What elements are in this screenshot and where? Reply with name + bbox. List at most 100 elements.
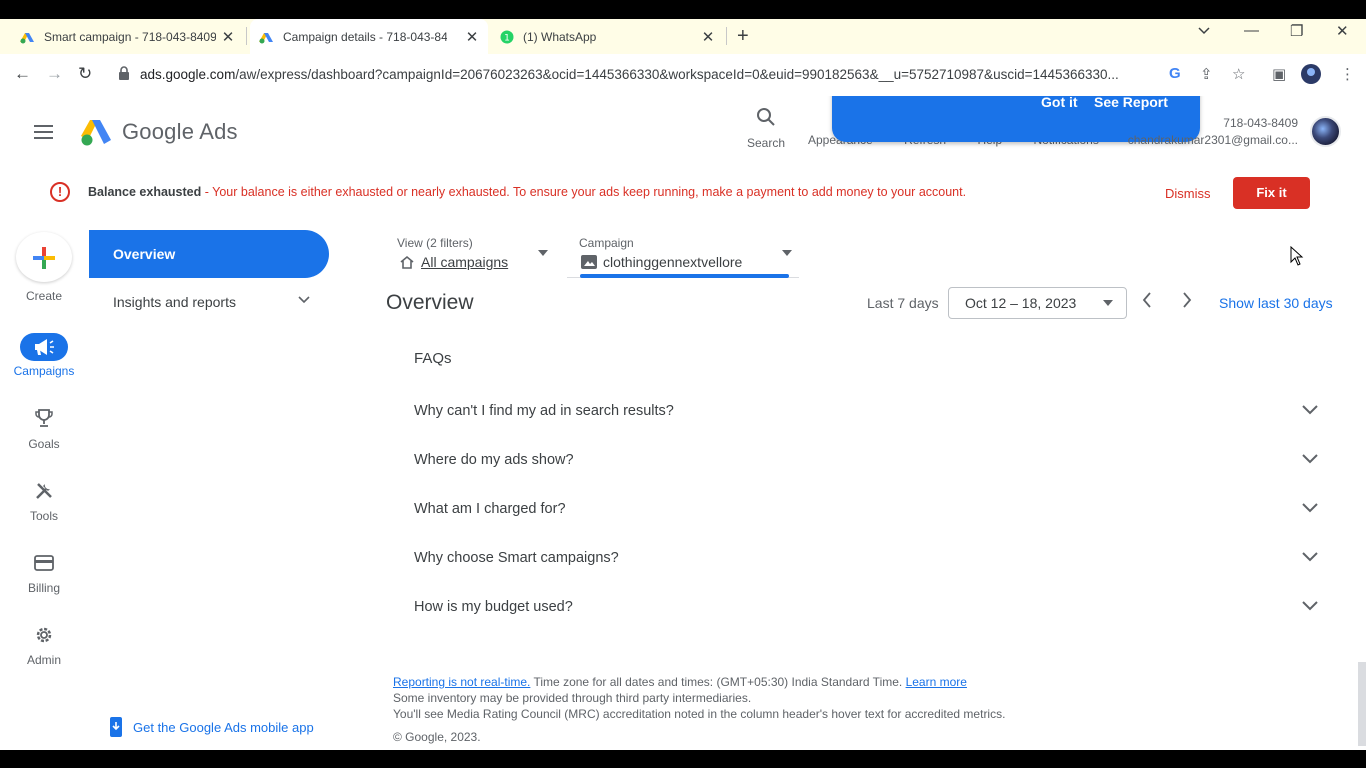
back-arrow-icon[interactable]: ← bbox=[14, 64, 31, 84]
nav-overview[interactable]: Overview bbox=[89, 230, 329, 278]
google-ads-page: Google Ads Search Appearance Refresh Hel… bbox=[0, 96, 1366, 750]
tools-icon[interactable] bbox=[34, 481, 54, 506]
share-icon[interactable]: ⇪ bbox=[1200, 65, 1213, 83]
next-period-icon[interactable] bbox=[1182, 292, 1192, 313]
tools-label[interactable]: Tools bbox=[0, 509, 88, 523]
chevron-down-icon[interactable] bbox=[1302, 598, 1318, 616]
side-panel-icon[interactable]: ▣ bbox=[1272, 65, 1286, 83]
search-label: Search bbox=[746, 136, 786, 150]
header-search-button[interactable]: Search bbox=[746, 107, 786, 150]
phone-download-icon bbox=[110, 717, 122, 737]
screen-top-edge bbox=[0, 0, 1366, 19]
balance-exhausted-banner: ! Balance exhausted - Your balance is ei… bbox=[0, 172, 1366, 214]
chevron-down-icon[interactable] bbox=[1302, 402, 1318, 420]
browser-tab-whatsapp[interactable]: 1 (1) WhatsApp ✕ bbox=[490, 19, 724, 54]
bookmark-star-icon[interactable]: ☆ bbox=[1232, 65, 1245, 83]
learn-more-link[interactable]: Learn more bbox=[906, 675, 967, 689]
mobile-app-link[interactable]: Get the Google Ads mobile app bbox=[108, 716, 314, 738]
page-title: Overview bbox=[386, 291, 474, 314]
campaign-dropdown-arrow-icon[interactable] bbox=[782, 250, 792, 256]
main-menu-icon[interactable] bbox=[34, 125, 53, 143]
dismiss-button[interactable]: Dismiss bbox=[1165, 186, 1211, 201]
avatar[interactable] bbox=[1310, 116, 1341, 147]
faq-question: How is my budget used? bbox=[414, 599, 573, 615]
campaign-filter-value: clothinggennextvellore bbox=[603, 254, 743, 270]
tab-divider bbox=[726, 27, 727, 45]
page-footer: Reporting is not real-time. Time zone fo… bbox=[393, 674, 1005, 722]
chevron-down-icon[interactable] bbox=[298, 292, 310, 307]
browser-tabstrip: Smart campaign - 718-043-8409 ✕ Campaign… bbox=[0, 19, 1366, 54]
see-report-button[interactable]: See Report bbox=[1094, 96, 1168, 110]
billing-card-icon[interactable] bbox=[34, 554, 54, 577]
footer-line-2: Some inventory may be provided through t… bbox=[393, 691, 752, 705]
lock-icon[interactable] bbox=[118, 66, 130, 80]
tab-divider bbox=[246, 27, 247, 45]
campaigns-nav-button[interactable] bbox=[20, 333, 68, 361]
tab-title: (1) WhatsApp bbox=[523, 29, 597, 44]
chevron-down-icon[interactable] bbox=[1302, 500, 1318, 518]
mouse-cursor-icon bbox=[1290, 245, 1304, 271]
url-host: ads.google.com bbox=[140, 67, 236, 82]
reload-icon[interactable]: ↻ bbox=[78, 64, 92, 84]
goals-label[interactable]: Goals bbox=[0, 437, 88, 451]
forward-arrow-icon[interactable]: → bbox=[46, 64, 63, 84]
new-tab-icon[interactable]: + bbox=[737, 25, 749, 48]
nav-insights-and-reports[interactable]: Insights and reports bbox=[113, 294, 236, 310]
faq-item[interactable]: Why choose Smart campaigns? bbox=[414, 547, 1320, 571]
date-range-picker[interactable]: Oct 12 – 18, 2023 bbox=[948, 287, 1127, 319]
view-filter-dropdown[interactable]: All campaigns bbox=[399, 254, 508, 270]
window-close-icon[interactable]: ✕ bbox=[1336, 22, 1349, 40]
gear-icon[interactable] bbox=[34, 625, 54, 650]
account-customer-id: 718-043-8409 bbox=[1223, 116, 1298, 130]
trophy-icon[interactable] bbox=[34, 408, 54, 433]
billing-label[interactable]: Billing bbox=[0, 581, 88, 595]
banner-title: Balance exhausted bbox=[88, 185, 202, 199]
browser-menu-icon[interactable]: ⋮ bbox=[1340, 65, 1355, 83]
page-scrollbar[interactable] bbox=[1358, 662, 1366, 746]
svg-text:1: 1 bbox=[504, 33, 510, 43]
previous-period-icon[interactable] bbox=[1142, 292, 1152, 313]
view-dropdown-arrow-icon[interactable] bbox=[538, 250, 548, 256]
chevron-down-icon[interactable] bbox=[1302, 549, 1318, 567]
chevron-down-icon[interactable] bbox=[1302, 451, 1318, 469]
browser-tab-campaign-details[interactable]: Campaign details - 718-043-8409 ✕ bbox=[250, 19, 488, 54]
google-lens-icon[interactable]: G bbox=[1169, 65, 1181, 82]
whatsapp-icon: 1 bbox=[499, 29, 515, 45]
faq-item[interactable]: Why can't I find my ad in search results… bbox=[414, 400, 1320, 424]
faq-item[interactable]: How is my budget used? bbox=[414, 596, 1320, 620]
date-dropdown-arrow-icon bbox=[1103, 300, 1113, 306]
faq-item[interactable]: Where do my ads show? bbox=[414, 449, 1320, 473]
admin-label[interactable]: Admin bbox=[0, 653, 88, 667]
campaign-filter-dropdown[interactable]: clothinggennextvellore bbox=[581, 254, 742, 270]
url-path: /aw/express/dashboard?campaignId=2067602… bbox=[235, 67, 1119, 82]
browser-tab-smart-campaign[interactable]: Smart campaign - 718-043-8409 ✕ bbox=[12, 19, 244, 54]
restore-icon[interactable]: ❐ bbox=[1290, 22, 1303, 40]
date-range-label: Last 7 days bbox=[867, 295, 939, 311]
mobile-app-label: Get the Google Ads mobile app bbox=[133, 719, 314, 735]
show-last-30-days-link[interactable]: Show last 30 days bbox=[1219, 295, 1333, 311]
fix-it-button[interactable]: Fix it bbox=[1233, 177, 1310, 209]
megaphone-icon bbox=[35, 339, 54, 355]
tab-title: Smart campaign - 718-043-8409 bbox=[44, 29, 216, 44]
create-label[interactable]: Create bbox=[0, 289, 88, 303]
faq-item[interactable]: What am I charged for? bbox=[414, 498, 1320, 522]
google-ads-logo-icon bbox=[81, 120, 111, 146]
date-range-value: Oct 12 – 18, 2023 bbox=[965, 295, 1077, 311]
close-icon[interactable]: ✕ bbox=[464, 28, 480, 46]
reporting-realtime-link[interactable]: Reporting is not real-time. bbox=[393, 675, 530, 689]
google-ads-logo[interactable]: Google Ads bbox=[80, 118, 238, 146]
got-it-button[interactable]: Got it bbox=[1041, 96, 1078, 110]
faq-question: Why choose Smart campaigns? bbox=[414, 550, 619, 566]
account-email: chandrakumar2301@gmail.co... bbox=[1127, 133, 1298, 147]
close-icon[interactable]: ✕ bbox=[220, 28, 236, 46]
profile-avatar-icon[interactable] bbox=[1300, 63, 1322, 89]
google-ads-icon bbox=[259, 29, 275, 45]
minimize-icon[interactable]: — bbox=[1244, 22, 1259, 39]
view-filter-label: View (2 filters) bbox=[397, 236, 473, 250]
campaigns-label[interactable]: Campaigns bbox=[0, 364, 88, 378]
tab-title: Campaign details - 718-043-8409 bbox=[283, 29, 447, 44]
address-bar-url[interactable]: ads.google.com/aw/express/dashboard?camp… bbox=[140, 67, 1158, 82]
faqs-heading: FAQs bbox=[414, 350, 452, 367]
tab-search-chevron-icon[interactable] bbox=[1198, 22, 1210, 39]
close-icon[interactable]: ✕ bbox=[700, 28, 716, 46]
